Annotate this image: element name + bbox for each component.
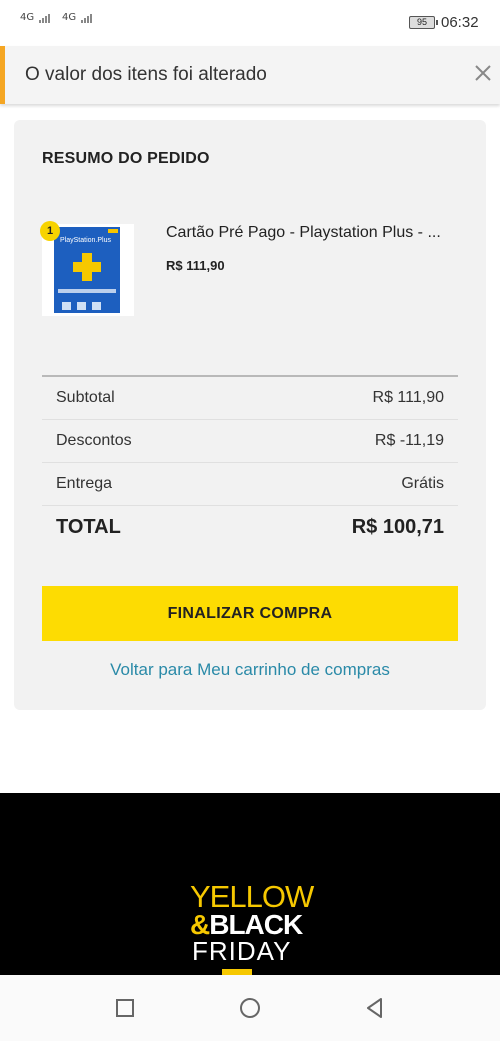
battery-icon: 95 (409, 16, 438, 29)
product-price: R$ 111,90 (166, 258, 225, 273)
black-friday-banner[interactable]: YELLOW &BLACK FRIDAY (0, 793, 500, 975)
navigation-bar (0, 975, 500, 1041)
subtotal-row: Subtotal R$ 111,90 (42, 377, 458, 420)
signal-bars-icon (81, 12, 93, 23)
clock: 06:32 (441, 14, 479, 31)
card-feature-icons (62, 297, 112, 310)
signal-1-label: 4G (20, 12, 35, 23)
recent-apps-icon[interactable] (113, 996, 137, 1020)
subtotal-label: Subtotal (56, 389, 115, 406)
card-corner-mark (108, 229, 118, 233)
total-label: TOTAL (56, 516, 121, 538)
signal-2: 4G (62, 12, 93, 23)
plus-icon (73, 253, 101, 281)
discount-row: Descontos R$ -11,19 (42, 420, 458, 463)
price-changed-alert: O valor dos itens foi alterado (0, 46, 500, 104)
total-row: TOTAL R$ 100,71 (42, 506, 458, 549)
total-value: R$ 100,71 (351, 516, 444, 538)
order-summary-title: RESUMO DO PEDIDO (42, 150, 210, 167)
discount-value: R$ -11,19 (374, 432, 444, 449)
signal-bars-icon (39, 12, 51, 23)
back-icon[interactable] (363, 996, 387, 1020)
quantity-badge: 1 (40, 221, 60, 241)
banner-friday-text: FRIDAY (192, 936, 292, 966)
shipping-value: Grátis (401, 475, 444, 492)
product-name[interactable]: Cartão Pré Pago - Playstation Plus - ... (166, 224, 441, 242)
signal-1: 4G (20, 12, 51, 23)
shipping-row: Entrega Grátis (42, 463, 458, 506)
status-bar: 4G 4G 95 06:32 (0, 0, 500, 44)
close-icon[interactable] (471, 61, 495, 85)
shipping-label: Entrega (56, 475, 113, 492)
home-icon[interactable] (238, 996, 262, 1020)
checkout-page: 4G 4G 95 06:32 O valor dos itens foi alt… (0, 0, 500, 1041)
finalize-purchase-button[interactable]: FINALIZAR COMPRA (42, 586, 458, 641)
product-image-caption: PlayStation.Plus (60, 237, 111, 244)
discount-label: Descontos (56, 432, 132, 449)
card-strip (58, 289, 116, 293)
back-to-cart-link[interactable]: Voltar para Meu carrinho de compras (14, 660, 486, 680)
order-summary-card: RESUMO DO PEDIDO PlayStation.Plus 1 Cart… (14, 120, 486, 710)
signal-2-label: 4G (62, 12, 77, 23)
alert-message: O valor dos itens foi alterado (25, 64, 267, 85)
subtotal-value: R$ 111,90 (372, 389, 444, 406)
playstation-plus-card-image: PlayStation.Plus (54, 227, 120, 313)
